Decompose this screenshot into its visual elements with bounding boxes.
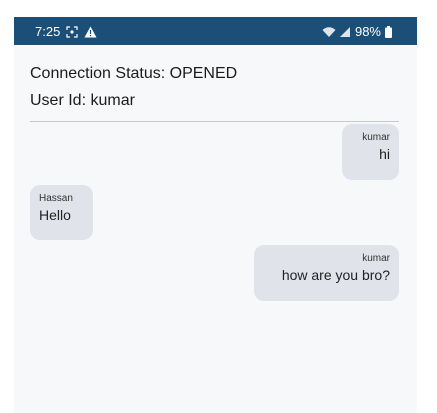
battery-percentage: 98%: [354, 24, 381, 39]
message-text: how are you bro?: [281, 267, 390, 283]
status-bar-left: 7:25: [35, 24, 97, 39]
status-bar: 7:25 98%: [14, 17, 417, 45]
message-text: Hello: [39, 207, 71, 223]
message-sender: kumar: [362, 132, 390, 143]
status-time: 7:25: [35, 24, 61, 39]
message-sender: Hassan: [39, 193, 73, 204]
warning-icon: [84, 26, 97, 38]
message-text: hi: [379, 146, 390, 162]
wifi-icon: [322, 26, 336, 38]
status-bar-right: 98%: [322, 24, 392, 39]
user-id: User Id: kumar: [30, 92, 135, 109]
chat-bubble: kumar hi: [342, 124, 399, 180]
chat-bubble: Hassan Hello: [30, 185, 93, 240]
connection-status: Connection Status: OPENED: [30, 65, 238, 82]
signal-icon: [339, 26, 351, 38]
chat-bubble: kumar how are you bro?: [254, 245, 399, 301]
battery-icon: [385, 25, 392, 38]
header-divider: [30, 121, 399, 122]
app-screen: 7:25 98% Connection Status: OPENED User …: [14, 17, 417, 413]
message-sender: kumar: [362, 253, 390, 264]
screenshot-icon: [66, 25, 78, 38]
